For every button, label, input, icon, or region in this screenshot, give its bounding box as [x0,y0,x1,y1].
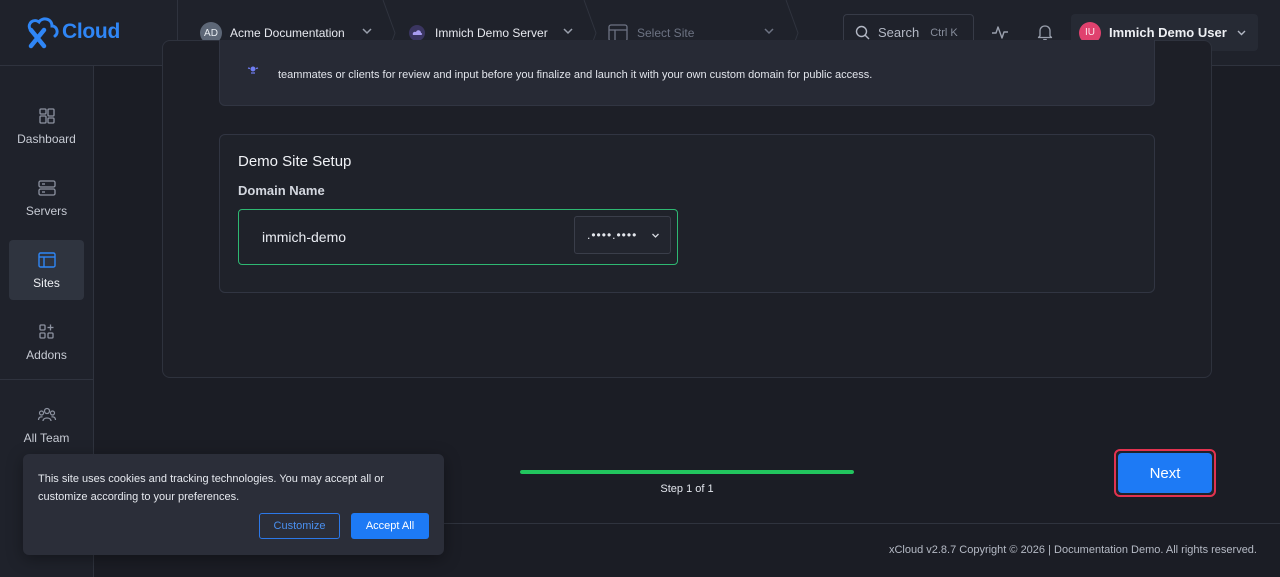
servers-icon [37,180,56,196]
domain-name-label: Domain Name [238,183,325,198]
next-button[interactable]: Next [1114,449,1216,497]
dashboard-icon [38,108,55,124]
lightbulb-icon [247,66,259,74]
sites-icon [37,252,56,268]
xcloud-logo[interactable]: Cloud [22,14,162,50]
search-icon [855,25,870,40]
sidebar-item-label: Dashboard [17,132,76,146]
sidebar-item-label: Addons [26,348,67,362]
next-button-label: Next [1118,453,1212,493]
activity-icon[interactable] [991,23,1009,41]
sidebar-item-label: All Team [23,431,70,445]
user-name: Immich Demo User [1109,25,1227,40]
sidebar-item-label: Servers [25,204,68,218]
cookie-text: This site uses cookies and tracking tech… [38,473,385,503]
step-indicator: Step 1 of 1 [660,483,714,495]
customize-button[interactable]: Customize [259,513,340,539]
bell-icon[interactable] [1036,23,1054,41]
accept-all-button[interactable]: Accept All [351,513,429,539]
sidebar-item-addons[interactable]: Addons [9,312,84,372]
sidebar-item-servers[interactable]: Servers [9,168,84,228]
sidebar-item-sites[interactable]: Sites [9,240,84,300]
chevron-down-icon[interactable] [763,25,775,37]
info-banner-text: teammates or clients for review and inpu… [278,69,873,81]
server-name: Immich Demo Server [435,26,548,40]
search-shortcut: Ctrl K [930,26,958,39]
chevron-down-icon [652,233,659,238]
domain-name-input[interactable] [262,228,562,246]
domain-suffix-select[interactable]: .••••.•••• [574,216,671,254]
sidebar-divider [0,379,93,380]
xcloud-logo-icon [27,17,59,49]
logo-text: Cloud [62,20,120,43]
chevron-down-icon[interactable] [562,25,574,37]
step-progress-bar [520,470,854,474]
search-label: Search [878,25,920,40]
chevron-down-icon[interactable] [361,25,373,37]
team-name: Acme Documentation [230,26,345,40]
team-icon [37,407,56,422]
cookie-banner: This site uses cookies and tracking tech… [23,454,444,555]
sidebar-item-all-team[interactable]: All Team [9,395,84,455]
site-placeholder: Select Site [637,26,695,40]
addons-icon [38,324,54,339]
footer-copyright: xCloud v2.8.7 Copyright © 2026 | Documen… [888,544,1257,556]
sidebar-item-dashboard[interactable]: Dashboard [9,96,84,156]
domain-suffix-value: .••••.•••• [587,228,638,242]
setup-title: Demo Site Setup [238,153,352,170]
domain-name-field: .••••.•••• [238,209,678,265]
sidebar-item-label: Sites [33,276,60,290]
chevron-down-icon [1237,30,1246,36]
step-progress-fill [520,470,854,474]
